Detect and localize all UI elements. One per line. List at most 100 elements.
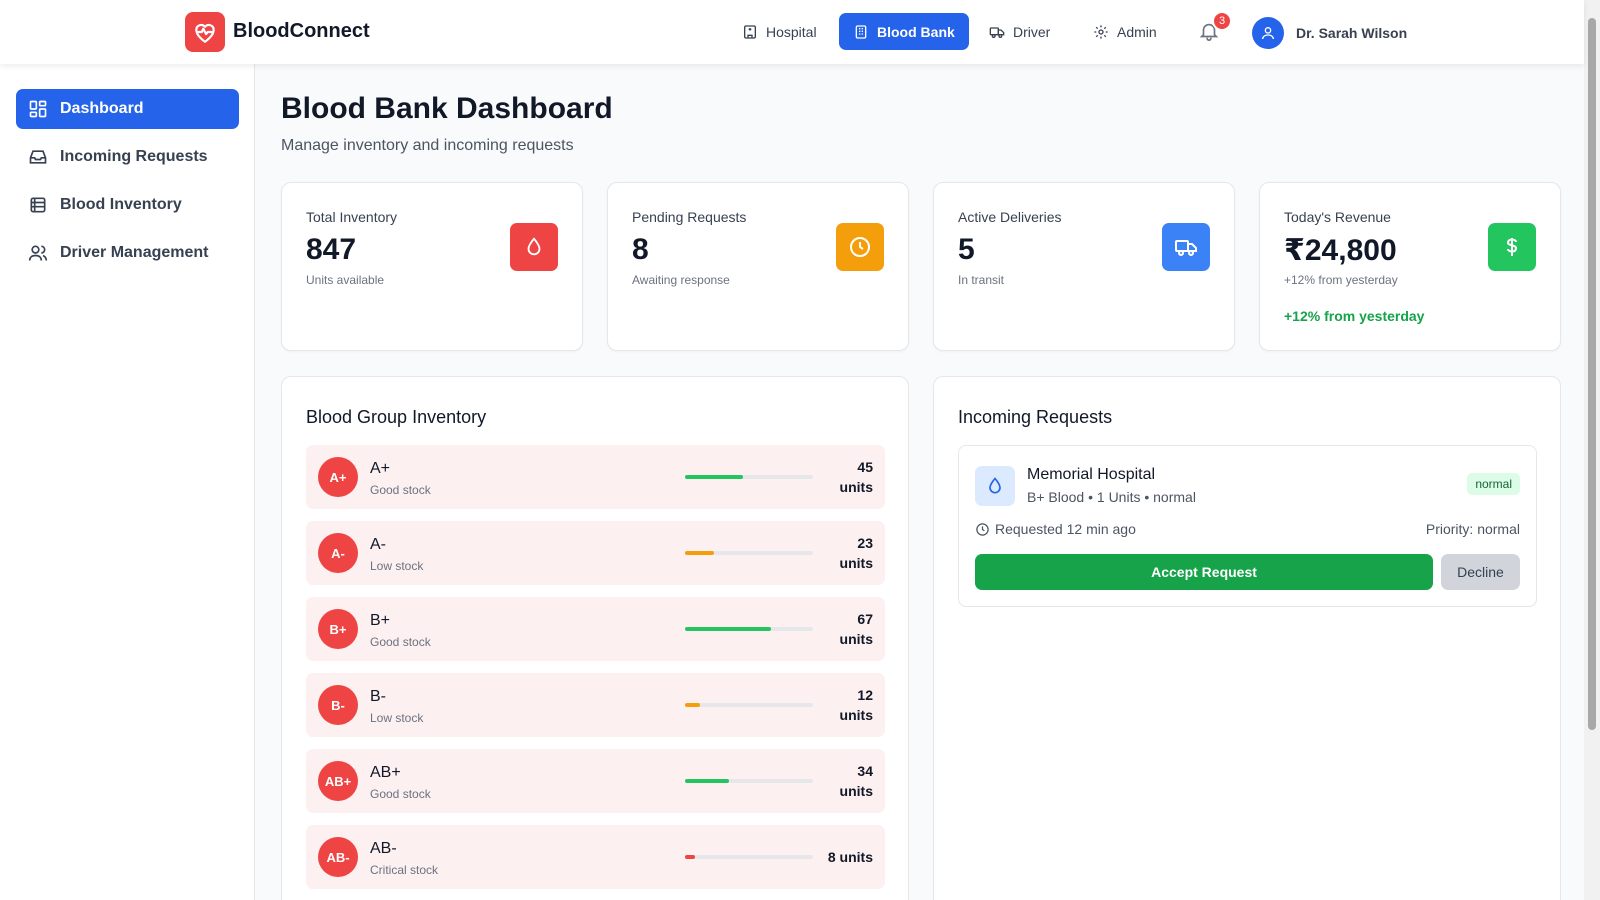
stock-level-bar: [685, 779, 813, 783]
page-title: Blood Bank Dashboard: [281, 92, 613, 125]
scrollbar[interactable]: [1584, 0, 1600, 900]
stock-count: 67 units: [813, 609, 873, 649]
stock-count-value: 34: [857, 763, 873, 779]
inventory-row: AB- AB- Critical stock 8 units: [306, 825, 885, 889]
stock-count: 23 units: [813, 533, 873, 573]
user-icon: [1262, 27, 1274, 40]
stock-count: 45 units: [813, 457, 873, 497]
stat-value: 847: [306, 233, 357, 266]
stock-level-fill: [685, 475, 743, 479]
nav-driver[interactable]: Driver: [975, 13, 1064, 50]
sidebar-item-incoming-requests[interactable]: Incoming Requests: [16, 137, 239, 177]
stock-status: Good stock: [370, 483, 431, 497]
stat-value: 8: [632, 233, 649, 266]
stock-level-bar: [685, 627, 813, 631]
inventory-row: A- A- Low stock 23 units: [306, 521, 885, 585]
inventory-row: B- B- Low stock 12 units: [306, 673, 885, 737]
logo-heart-icon: [185, 12, 225, 52]
blood-group-badge: A+: [318, 457, 358, 497]
inventory-row: B+ B+ Good stock 67 units: [306, 597, 885, 661]
request-priority: Priority: normal: [1425, 521, 1520, 537]
droplet-icon: [510, 223, 558, 271]
nav-admin[interactable]: Admin: [1079, 13, 1171, 50]
stock-level-bar: [685, 551, 813, 555]
request-time-label: Requested 12 min ago: [995, 521, 1136, 537]
stock-count-value: 45: [857, 459, 873, 475]
sidebar: Dashboard Incoming Requests Blood Invent…: [0, 64, 255, 900]
stat-trend: +12% from yesterday: [1284, 308, 1425, 324]
stock-count-value: 12: [857, 687, 873, 703]
blood-group-name: A-: [370, 536, 386, 553]
request-details: B+ Blood • 1 Units • normal: [1027, 489, 1196, 505]
sidebar-item-label: Driver Management: [60, 244, 209, 261]
stock-count-value: 67: [857, 611, 873, 627]
blood-group-name: B+: [370, 612, 391, 629]
stock-count: 12 units: [813, 685, 873, 725]
blood-group-badge: B+: [318, 609, 358, 649]
accept-request-button[interactable]: Accept Request: [975, 554, 1433, 590]
stat-card-todays-revenue: Today's Revenue ₹24,800 +12% from yester…: [1259, 182, 1561, 351]
status-badge: normal: [1467, 473, 1520, 495]
nav-blood-bank[interactable]: Blood Bank: [839, 13, 969, 50]
dollar-icon: [1488, 223, 1536, 271]
building-icon: [855, 24, 867, 39]
inbox-icon: [29, 150, 47, 164]
stock-level-fill: [685, 855, 696, 859]
incoming-requests-panel: Incoming Requests Memorial Hospital B+ B…: [933, 376, 1561, 900]
user-name[interactable]: Dr. Sarah Wilson: [1296, 25, 1407, 41]
nav-blood-bank-label: Blood Bank: [877, 23, 955, 40]
stat-card-active-deliveries: Active Deliveries 5 In transit: [933, 182, 1235, 351]
nav-driver-label: Driver: [1013, 23, 1051, 40]
gear-icon: [1094, 24, 1108, 39]
sidebar-item-label: Dashboard: [60, 100, 144, 117]
stat-label: Today's Revenue: [1284, 209, 1391, 225]
stock-level-fill: [685, 627, 771, 631]
stat-value: ₹24,800: [1284, 234, 1397, 267]
blood-group-name: AB+: [370, 764, 401, 781]
sidebar-item-driver-management[interactable]: Driver Management: [16, 233, 239, 273]
sidebar-item-blood-inventory[interactable]: Blood Inventory: [16, 185, 239, 225]
stock-status: Good stock: [370, 787, 431, 801]
page-subtitle: Manage inventory and incoming requests: [281, 137, 574, 154]
stat-card-pending-requests: Pending Requests 8 Awaiting response: [607, 182, 909, 351]
decline-button[interactable]: Decline: [1441, 554, 1520, 590]
avatar[interactable]: [1252, 17, 1284, 49]
request-card: Memorial Hospital B+ Blood • 1 Units • n…: [958, 445, 1537, 607]
blood-group-badge: A-: [318, 533, 358, 573]
sidebar-item-dashboard[interactable]: Dashboard: [16, 89, 239, 129]
stock-status: Low stock: [370, 559, 424, 573]
stat-sub: In transit: [958, 273, 1005, 287]
sidebar-item-label: Incoming Requests: [60, 148, 208, 165]
stat-label: Pending Requests: [632, 209, 747, 225]
blood-inventory-panel: Blood Group Inventory A+ A+ Good stock 45 un…: [281, 376, 909, 900]
scrollbar-thumb[interactable]: [1588, 18, 1596, 730]
notification-badge: 3: [1212, 11, 1232, 31]
stat-label: Active Deliveries: [958, 209, 1062, 225]
stock-level-fill: [685, 551, 715, 555]
request-time: Requested 12 min ago: [975, 521, 1136, 537]
stat-card-total-inventory: Total Inventory 847 Units available: [281, 182, 583, 351]
nav-admin-label: Admin: [1117, 23, 1157, 40]
hospital-icon: [744, 24, 756, 39]
stock-count-unit: units: [839, 555, 873, 571]
blood-group-badge: AB+: [318, 761, 358, 801]
stock-status: Good stock: [370, 635, 431, 649]
nav-hospital[interactable]: Hospital: [728, 13, 831, 50]
request-hospital: Memorial Hospital: [1027, 466, 1156, 483]
clock-icon: [976, 522, 989, 536]
stock-count-unit: units: [839, 707, 873, 723]
panel-title: Blood Group Inventory: [306, 407, 487, 427]
stock-count: 8 units: [813, 847, 873, 867]
stock-count-unit: units: [839, 479, 873, 495]
nav-hospital-label: Hospital: [766, 23, 817, 40]
stock-status: Low stock: [370, 711, 424, 725]
stock-level-bar: [685, 855, 813, 859]
stat-sub: Units available: [306, 273, 385, 287]
stat-sub: +12% from yesterday: [1284, 273, 1398, 287]
blood-group-name: A+: [370, 460, 391, 477]
stock-count-unit: units: [839, 631, 873, 647]
database-icon: [30, 197, 46, 213]
stat-label: Total Inventory: [306, 209, 398, 225]
inventory-row: AB+ AB+ Good stock 34 units: [306, 749, 885, 813]
brand-name[interactable]: BloodConnect: [233, 20, 370, 43]
